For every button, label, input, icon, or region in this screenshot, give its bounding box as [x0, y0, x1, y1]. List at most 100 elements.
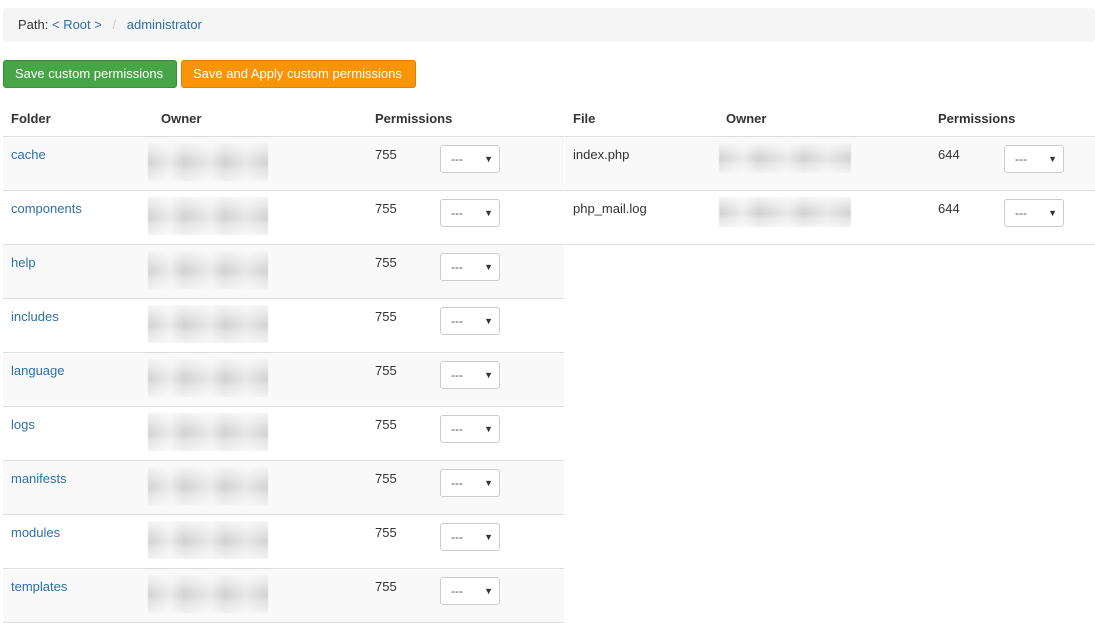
caret-down-icon: ▼	[484, 477, 493, 488]
caret-down-icon: ▼	[484, 585, 493, 596]
folder-name-cell: manifests	[3, 460, 153, 515]
folder-name-cell: language	[3, 352, 153, 407]
path-label: Path:	[18, 17, 49, 32]
folders-header-row: Folder Owner Permissions	[3, 102, 564, 137]
breadcrumb-separator: /	[112, 17, 117, 32]
save-custom-permissions-button[interactable]: Save custom permissions	[3, 60, 177, 88]
permissions-cell: 755 --- ▼	[367, 460, 564, 515]
table-row: manifests 755 --- ▼	[3, 460, 564, 515]
owner-redacted-block	[719, 196, 851, 227]
folder-link[interactable]: components	[11, 201, 82, 216]
table-row: components 755 --- ▼	[3, 190, 564, 245]
table-row: help 755 --- ▼	[3, 244, 564, 299]
breadcrumb-root-link[interactable]: < Root >	[52, 17, 102, 32]
caret-down-icon: ▼	[484, 207, 493, 218]
permission-select[interactable]: --- ▼	[440, 522, 500, 551]
table-row: cache 755 --- ▼	[3, 136, 564, 191]
permissions-cell: 755 --- ▼	[367, 406, 564, 461]
owner-cell	[718, 136, 930, 191]
table-row: modules 755 --- ▼	[3, 514, 564, 569]
permission-select-value: ---	[451, 151, 463, 166]
permission-value: 755	[375, 146, 397, 162]
files-header-row: File Owner Permissions	[565, 102, 1095, 137]
folder-link[interactable]: includes	[11, 309, 59, 324]
permission-select[interactable]: --- ▼	[440, 360, 500, 389]
folder-link[interactable]: modules	[11, 525, 60, 540]
owner-cell	[148, 568, 367, 623]
permissions-cell: 644 --- ▼	[930, 190, 1095, 245]
permission-select[interactable]: --- ▼	[1004, 144, 1064, 173]
permissions-cell: 755 --- ▼	[367, 298, 564, 353]
permission-select[interactable]: --- ▼	[440, 306, 500, 335]
owner-cell	[148, 190, 367, 245]
owner-redacted-block	[148, 358, 268, 397]
folders-table: Folder Owner Permissions cache 755 --- ▼ com…	[3, 102, 564, 623]
owner-redacted-block	[148, 250, 268, 289]
owner-cell	[148, 352, 367, 407]
permission-select-value: ---	[451, 205, 463, 220]
folder-link[interactable]: templates	[11, 579, 67, 594]
owner-redacted-block	[148, 304, 268, 343]
owner-cell	[148, 244, 367, 299]
permission-select[interactable]: --- ▼	[440, 144, 500, 173]
file-column-header: File	[565, 102, 718, 137]
table-row: php_mail.log 644 --- ▼	[565, 190, 1095, 245]
permission-value: 755	[375, 254, 397, 270]
caret-down-icon: ▼	[1048, 207, 1057, 218]
owner-redacted-block	[148, 196, 268, 235]
permission-value: 755	[375, 200, 397, 216]
permission-select-value: ---	[451, 529, 463, 544]
permission-value: 755	[375, 578, 397, 594]
files-table: File Owner Permissions index.php 644 --- ▼ p…	[565, 102, 1095, 245]
owner-redacted-block	[148, 466, 268, 505]
breadcrumb-current-link[interactable]: administrator	[127, 17, 202, 32]
permission-select[interactable]: --- ▼	[1004, 198, 1064, 227]
table-row: templates 755 --- ▼	[3, 568, 564, 623]
file-name: index.php	[573, 146, 630, 162]
caret-down-icon: ▼	[484, 315, 493, 326]
save-apply-custom-permissions-button[interactable]: Save and Apply custom permissions	[181, 60, 416, 88]
owner-cell	[148, 406, 367, 461]
owner-redacted-block	[148, 412, 268, 451]
permission-select[interactable]: --- ▼	[440, 414, 500, 443]
permission-select[interactable]: --- ▼	[440, 198, 500, 227]
caret-down-icon: ▼	[1048, 153, 1057, 164]
owner-cell	[148, 514, 367, 569]
table-row: includes 755 --- ▼	[3, 298, 564, 353]
folder-name-cell: cache	[3, 136, 153, 191]
file-name: php_mail.log	[573, 200, 647, 216]
permission-value: 755	[375, 470, 397, 486]
breadcrumb: Path: < Root > / administrator	[3, 8, 1095, 42]
permission-value: 755	[375, 362, 397, 378]
owner-column-header: Owner	[718, 102, 930, 137]
permission-select[interactable]: --- ▼	[440, 468, 500, 497]
permission-select-value: ---	[1015, 151, 1027, 166]
folder-link[interactable]: logs	[11, 417, 35, 432]
folder-name-cell: includes	[3, 298, 153, 353]
folder-link[interactable]: help	[11, 255, 36, 270]
permission-select-value: ---	[451, 259, 463, 274]
permission-select[interactable]: --- ▼	[440, 252, 500, 281]
permission-select[interactable]: --- ▼	[440, 576, 500, 605]
permissions-cell: 755 --- ▼	[367, 514, 564, 569]
permission-select-value: ---	[1015, 205, 1027, 220]
owner-redacted-block	[148, 142, 268, 181]
permissions-column-header: Permissions	[367, 102, 564, 137]
owner-cell	[148, 460, 367, 515]
permissions-cell: 644 --- ▼	[930, 136, 1095, 191]
file-name-cell: php_mail.log	[565, 190, 718, 245]
caret-down-icon: ▼	[484, 531, 493, 542]
permission-select-value: ---	[451, 313, 463, 328]
owner-cell	[148, 136, 367, 191]
owner-redacted-block	[148, 520, 268, 559]
folder-name-cell: templates	[3, 568, 153, 623]
folder-link[interactable]: manifests	[11, 471, 67, 486]
owner-redacted-block	[148, 574, 268, 613]
folder-link[interactable]: cache	[11, 147, 46, 162]
owner-cell	[718, 190, 930, 245]
permissions-cell: 755 --- ▼	[367, 190, 564, 245]
permission-value: 755	[375, 416, 397, 432]
table-row: logs 755 --- ▼	[3, 406, 564, 461]
folder-link[interactable]: language	[11, 363, 65, 378]
table-row: index.php 644 --- ▼	[565, 136, 1095, 191]
